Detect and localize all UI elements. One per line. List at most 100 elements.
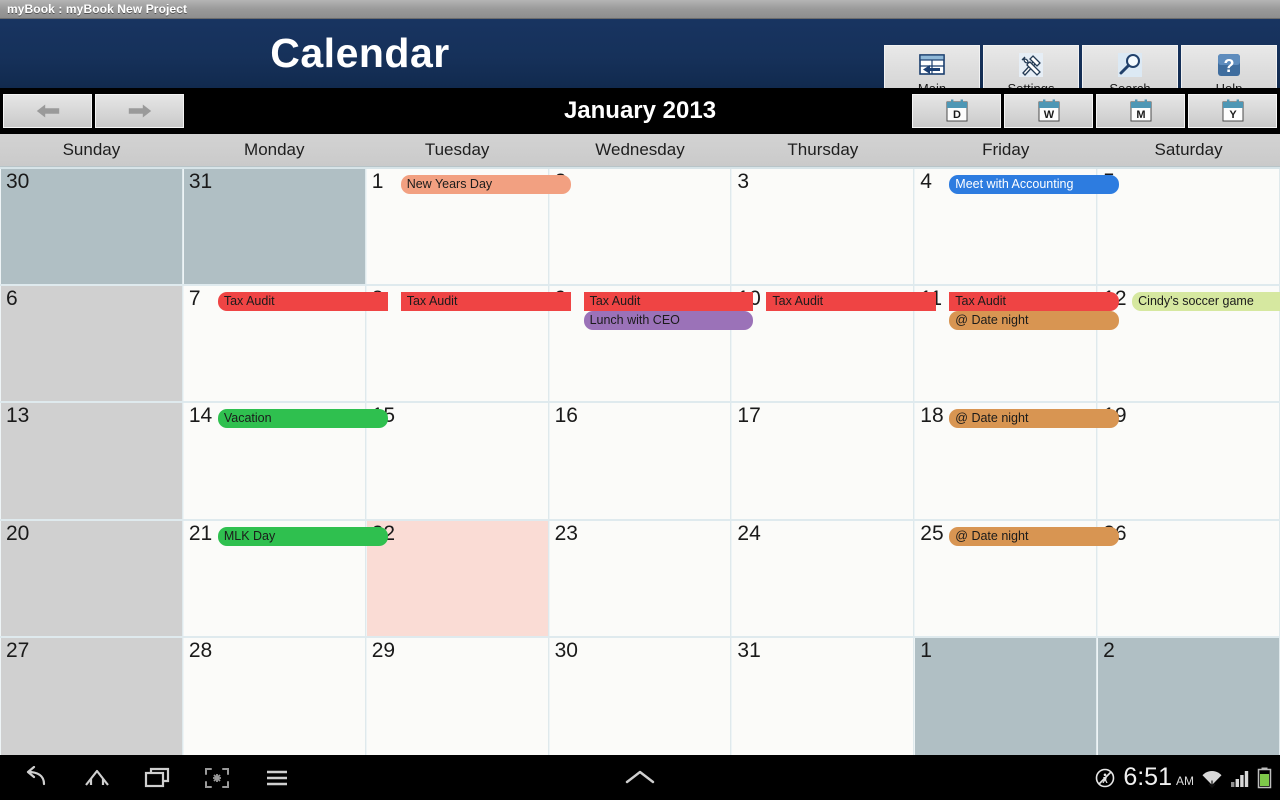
weekday-header-wednesday: Wednesday — [595, 140, 685, 159]
app-header: Calendar Main Settings Search ? — [0, 19, 1280, 105]
menu-icon[interactable] — [262, 766, 292, 790]
calendar-week-row: 13 14 15 16 17 18 19 Vacation @ Date nigh… — [0, 403, 1280, 521]
calendar-day-cell[interactable]: 17 — [731, 403, 915, 519]
next-month-button[interactable] — [95, 94, 184, 128]
day-number: 23 — [554, 521, 578, 545]
day-number: 31 — [737, 638, 761, 662]
day-number: 25 — [920, 521, 944, 545]
calendar-event[interactable]: MLK Day — [217, 526, 388, 546]
calendar-day-cell[interactable]: 20 — [0, 520, 183, 636]
calendar-event[interactable]: @ Date night — [949, 409, 1120, 429]
calendar-event[interactable]: Tax Audit — [400, 292, 571, 312]
day-number: 2 — [1103, 638, 1115, 662]
day-number: 21 — [188, 521, 213, 545]
battery-icon — [1257, 767, 1272, 788]
calendar-day-cell[interactable]: 29 — [365, 637, 549, 755]
calendar-day-cell[interactable]: 1 — [914, 637, 1098, 755]
day-number: 1 — [920, 638, 932, 662]
calendar-day-cell[interactable]: 24 — [731, 520, 915, 636]
calendar-event[interactable]: Vacation — [217, 409, 388, 429]
day-number: 7 — [188, 287, 201, 311]
calendar-event[interactable]: Tax Audit — [583, 292, 754, 312]
back-icon[interactable] — [22, 765, 52, 790]
calendar-day-cell[interactable]: 16 — [548, 403, 732, 519]
calendar-event[interactable]: @ Date night — [949, 311, 1120, 331]
calendar-day-cell[interactable]: 27 — [0, 637, 183, 755]
calendar-event[interactable]: Tax Audit — [949, 292, 1120, 312]
signal-icon — [1231, 770, 1249, 787]
clock-ampm: AM — [1176, 774, 1194, 788]
calendar-d-icon: D — [946, 99, 967, 122]
android-system-bar: 6:51 AM — [0, 755, 1280, 800]
view-button-day-view[interactable]: D — [912, 94, 1001, 128]
calendar-event[interactable]: Meet with Accounting — [949, 175, 1120, 194]
status-tray[interactable]: 6:51 AM — [1094, 765, 1272, 790]
calendar-day-cell[interactable]: 30 — [0, 169, 183, 285]
weekday-header-friday: Friday — [982, 140, 1030, 159]
day-number: 27 — [6, 638, 30, 662]
calendar-nav-bar: January 2013 D W M Y — [0, 88, 1280, 134]
calendar-day-cell[interactable]: 2 — [1097, 637, 1280, 755]
calendar-w-icon: W — [1038, 99, 1059, 122]
day-number: 4 — [920, 170, 932, 193]
screenshot-icon[interactable] — [202, 766, 232, 790]
day-number: 14 — [188, 404, 213, 428]
clock-time: 6:51 — [1123, 763, 1172, 791]
calendar-day-cell[interactable]: 3 — [731, 169, 915, 285]
calendar-day-cell[interactable]: 26 — [1097, 520, 1280, 636]
calendar-event[interactable]: New Years Day — [400, 175, 571, 194]
tools-icon — [1019, 53, 1043, 77]
view-switcher: D W M Y — [912, 94, 1277, 128]
calendar-day-cell[interactable]: 2 — [548, 169, 732, 285]
calendar-day-cell[interactable]: 28 — [182, 637, 366, 755]
chevron-up-icon[interactable] — [623, 766, 657, 790]
weekday-header-sunday: Sunday — [62, 140, 121, 159]
calendar-day-cell[interactable]: 31 — [182, 169, 366, 285]
calendar-day-cell[interactable]: 22 — [365, 520, 549, 636]
calendar-day-cell[interactable]: 19 — [1097, 403, 1280, 519]
calendar-day-cell[interactable]: 15 — [365, 403, 549, 519]
calendar-event[interactable]: Tax Audit — [217, 292, 388, 312]
day-number: 29 — [371, 638, 396, 662]
recents-icon[interactable] — [142, 766, 172, 790]
calendar-day-cell[interactable]: 31 — [731, 637, 915, 755]
day-number: 18 — [920, 404, 944, 428]
view-button-year-view[interactable]: Y — [1188, 94, 1277, 128]
home-icon[interactable] — [82, 766, 112, 790]
day-number: 24 — [737, 521, 761, 545]
view-button-month-view[interactable]: M — [1096, 94, 1185, 128]
weekday-header-saturday: Saturday — [1154, 140, 1223, 159]
calendar-event[interactable]: Tax Audit — [766, 292, 937, 312]
day-number: 13 — [6, 404, 30, 428]
calendar-day-cell[interactable]: 23 — [548, 520, 732, 636]
question-mark-icon: ? — [1218, 54, 1240, 76]
calendar-week-row: 6 7 8 9 10 11 12 Tax AuditTax AuditTax A… — [0, 286, 1280, 404]
day-number: 30 — [6, 170, 30, 193]
calendar-event[interactable]: @ Date night — [949, 526, 1120, 546]
calendar-event[interactable]: Cindy's soccer game — [1132, 292, 1280, 312]
calendar-day-cell[interactable]: 13 — [0, 403, 183, 519]
svg-text:M: M — [1136, 109, 1145, 121]
calendar-day-cell[interactable]: 6 — [0, 286, 183, 402]
android-nav-buttons — [0, 765, 292, 790]
nav-arrow-group — [0, 94, 184, 128]
svg-text:D: D — [953, 109, 961, 121]
day-number: 28 — [188, 638, 213, 662]
calendar-grid: 30 31 1 2 3 4 5 New Years Day Meet with A… — [0, 167, 1280, 755]
day-number: 6 — [6, 287, 18, 311]
previous-month-button[interactable] — [3, 94, 92, 128]
calendar-week-row: 20 21 22 23 24 25 26 MLK Day @ Date night — [0, 520, 1280, 638]
day-number: 16 — [554, 404, 578, 428]
calendar-m-icon: M — [1130, 99, 1151, 122]
day-number: 20 — [6, 521, 30, 545]
calendar-day-cell[interactable]: 30 — [548, 637, 732, 755]
weekday-header-tuesday: Tuesday — [424, 140, 490, 159]
day-number: 1 — [371, 170, 384, 193]
weekday-header-row: Sunday Monday Tuesday Wednesday Thursday… — [0, 134, 1280, 167]
svg-text:W: W — [1043, 109, 1054, 121]
weekday-header-monday: Monday — [244, 140, 305, 159]
calendar-event[interactable]: Lunch with CEO — [583, 311, 754, 331]
calendar-day-cell[interactable]: 5 — [1097, 169, 1280, 285]
day-number: 31 — [188, 170, 213, 193]
view-button-week-view[interactable]: W — [1004, 94, 1093, 128]
